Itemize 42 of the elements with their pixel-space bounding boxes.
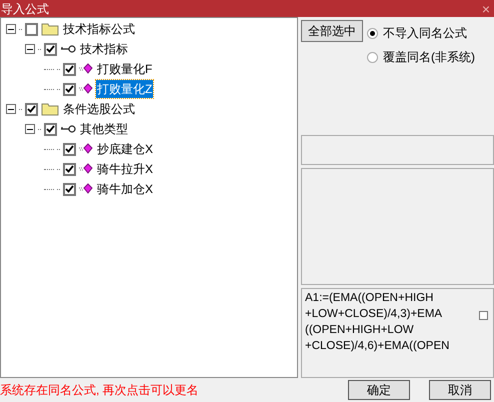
window-title: 导入公式 bbox=[1, 0, 49, 18]
checkbox[interactable] bbox=[25, 22, 38, 36]
checkbox[interactable] bbox=[63, 82, 76, 96]
checkbox[interactable] bbox=[63, 142, 76, 156]
diamond-icon bbox=[79, 163, 93, 175]
checkbox[interactable] bbox=[63, 62, 76, 76]
radio-button[interactable] bbox=[367, 28, 378, 38]
key-icon bbox=[60, 124, 76, 134]
diamond-icon bbox=[79, 63, 93, 75]
collapse-icon[interactable] bbox=[25, 124, 35, 134]
checkbox[interactable] bbox=[63, 182, 76, 196]
tree-item[interactable]: 其他类型 bbox=[79, 120, 129, 138]
checkbox[interactable] bbox=[63, 162, 76, 176]
key-icon bbox=[60, 44, 76, 54]
tree-item[interactable]: 技术指标公式 bbox=[62, 20, 136, 38]
radio-label: 不导入同名公式 bbox=[383, 25, 467, 42]
collapse-icon[interactable] bbox=[6, 104, 16, 114]
tree-item[interactable]: 打败量化Z bbox=[96, 80, 154, 98]
folder-icon bbox=[41, 102, 59, 116]
collapse-icon[interactable] bbox=[25, 44, 35, 54]
diamond-icon bbox=[79, 83, 93, 95]
collapse-icon[interactable] bbox=[6, 24, 16, 34]
folder-icon bbox=[41, 22, 59, 36]
checkbox[interactable] bbox=[25, 102, 38, 116]
tree-item[interactable]: 技术指标 bbox=[79, 40, 129, 58]
formula-text: A1:=(EMA((OPEN+HIGH +LOW+CLOSE)/4,3)+EMA ((OPEN+HIGH+LOW +CLOSE)/4,6)+EMA((OPEN bbox=[304, 291, 450, 354]
radio-label: 覆盖同名(非系统) bbox=[383, 49, 475, 66]
diamond-icon bbox=[79, 143, 93, 155]
tree-item[interactable]: 抄底建仓X bbox=[96, 140, 154, 158]
diamond-icon bbox=[79, 183, 93, 195]
checkbox[interactable] bbox=[44, 122, 57, 136]
tree-item[interactable]: 条件选股公式 bbox=[62, 100, 136, 118]
checkbox[interactable] bbox=[44, 42, 57, 56]
dialog-button[interactable]: 取消 bbox=[429, 380, 491, 400]
dialog-button[interactable]: 确定 bbox=[348, 380, 410, 400]
status-message: 系统存在同名公式, 再次点击可以更名 bbox=[0, 382, 200, 399]
radio-button[interactable] bbox=[367, 52, 378, 62]
tree-item[interactable]: 打败量化F bbox=[96, 60, 154, 78]
select-all-button[interactable]: 全部选中 bbox=[301, 20, 363, 42]
tree-item[interactable]: 骑牛加仓X bbox=[96, 180, 154, 198]
tree-item[interactable]: 骑牛拉升X bbox=[96, 160, 154, 178]
checkbox[interactable] bbox=[479, 311, 488, 320]
